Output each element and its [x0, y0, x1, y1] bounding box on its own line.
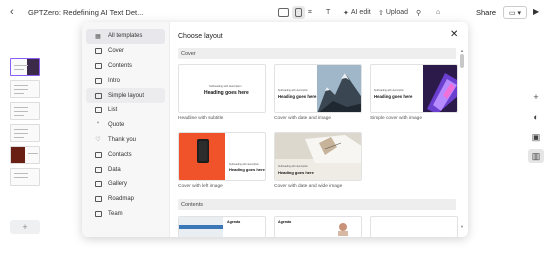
layout-card-label: Simple cover with image [370, 116, 422, 121]
close-icon[interactable]: ✕ [450, 29, 458, 40]
modal-scrollbar[interactable]: ▲ ▼ [460, 46, 465, 237]
layout-content: Choose layout ✕ Cover Subheading with de… [170, 22, 468, 237]
category-list[interactable]: List [86, 103, 165, 118]
layout-card-label: Cover with left image [178, 184, 223, 189]
layout-card-label: Headline with subtitle [178, 116, 224, 121]
section-header-cover: Cover [178, 48, 456, 59]
layout-card-cover-with-date-and-wide-image[interactable]: Subheading with description Heading goes… [274, 132, 362, 181]
layout-card-label: Cover with date and wide image [274, 184, 343, 189]
category-all-templates[interactable]: ▦ All templates [86, 29, 165, 44]
scroll-thumb[interactable] [460, 54, 464, 68]
thank-you-icon: ♡ [95, 137, 101, 144]
category-data[interactable]: Data [86, 162, 165, 177]
layout-card-simple-cover-with-image[interactable]: Subheading with description Heading goes… [370, 64, 458, 113]
category-cover[interactable]: Cover [86, 44, 165, 59]
roadmap-icon [94, 195, 102, 203]
layout-card-cover-with-left-image[interactable]: Subheading with description Heading goes… [178, 132, 266, 181]
layout-card-label: Cover with date and image [274, 116, 332, 121]
simple-layout-icon [94, 92, 102, 100]
category-gallery[interactable]: Gallery [86, 177, 165, 192]
scroll-down-icon[interactable]: ▼ [460, 224, 464, 229]
layout-card-cover-with-date-and-image[interactable]: Subheading with description Heading goes… [274, 64, 362, 113]
layout-card-headline-with-subtitle[interactable]: Subheading with description Heading goes… [178, 64, 266, 113]
team-icon [94, 210, 102, 218]
category-contents[interactable]: Contents [86, 59, 165, 74]
mountain-image [317, 65, 361, 112]
phone-image [179, 133, 225, 180]
portrait-image [338, 223, 348, 236]
modal-title: Choose layout [178, 33, 223, 40]
layout-card-agenda-portrait[interactable]: Agenda [274, 216, 362, 237]
cover-icon [94, 47, 102, 55]
category-intro[interactable]: Intro [86, 73, 165, 88]
category-contacts[interactable]: Contacts [86, 147, 165, 162]
layout-scroll-area[interactable]: Cover Subheading with description Headin… [170, 46, 468, 237]
section-header-contents: Contents [178, 199, 456, 210]
category-simple-layout[interactable]: Simple layout [86, 88, 165, 103]
contacts-icon [94, 151, 102, 159]
quote-icon: “ [97, 122, 99, 129]
category-roadmap[interactable]: Roadmap [86, 192, 165, 207]
layout-card-contents-blank[interactable] [370, 216, 458, 237]
sea-image [179, 217, 223, 237]
scroll-up-icon[interactable]: ▲ [460, 48, 464, 53]
layout-grid-icon: ▦ [95, 33, 101, 40]
gallery-icon [94, 180, 102, 188]
choose-layout-modal: ▦ All templates Cover Contents Intro Sim… [82, 22, 468, 237]
category-quote[interactable]: “ Quote [86, 118, 165, 133]
layout-card-agenda-image[interactable]: Agenda [178, 216, 266, 237]
intro-icon [94, 77, 102, 85]
purple-device-image [423, 65, 457, 112]
list-icon [94, 106, 102, 114]
category-team[interactable]: Team [86, 207, 165, 222]
data-icon [94, 166, 102, 174]
category-sidebar: ▦ All templates Cover Contents Intro Sim… [82, 22, 170, 237]
contents-icon [94, 62, 102, 70]
category-thank-you[interactable]: ♡ Thank you [86, 133, 165, 148]
